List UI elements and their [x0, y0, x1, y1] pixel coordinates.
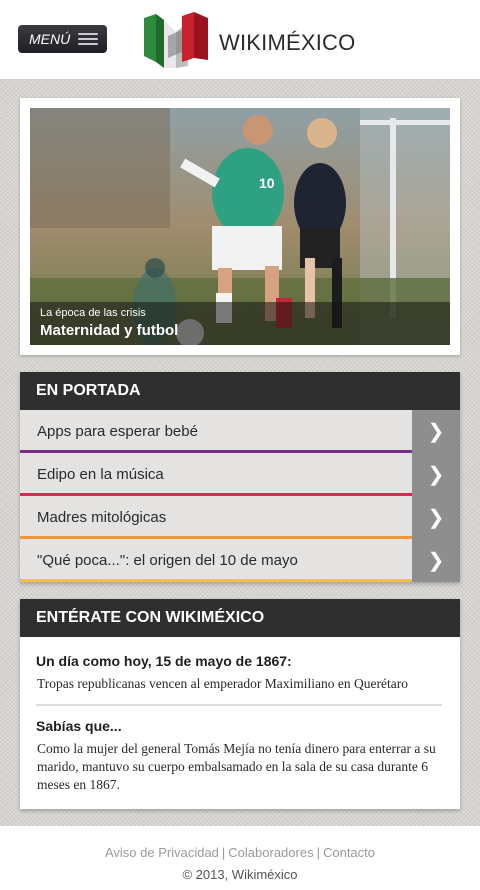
- today-text: Tropas republicanas vencen al emperador …: [37, 676, 408, 691]
- portada-item-label[interactable]: "Qué poca...": el origen del 10 de mayo: [20, 552, 412, 569]
- portada-item-label[interactable]: Madres mitológicas: [20, 509, 412, 526]
- footer-links: Aviso de Privacidad | Colaboradores | Contac…: [104, 845, 376, 860]
- enterate-heading: ENTÉRATE CON WIKIMÉXICO: [20, 599, 460, 637]
- chevron-right-icon[interactable]: ❯: [412, 539, 460, 582]
- site-footer: Aviso de Privacidad | Colaboradores | Contac…: [0, 826, 480, 890]
- privacy-link[interactable]: Aviso de Privacidad: [105, 845, 219, 860]
- chevron-right-icon[interactable]: ❯: [412, 496, 460, 539]
- portada-item[interactable]: "Qué poca...": el origen del 10 de mayo …: [20, 539, 460, 582]
- portada-section: EN PORTADA Apps para esperar bebé ❯ Edip…: [20, 372, 460, 582]
- portada-item[interactable]: Apps para esperar bebé ❯: [20, 410, 460, 453]
- logo-icon[interactable]: [142, 12, 212, 70]
- portada-item-label[interactable]: Apps para esperar bebé: [20, 423, 412, 440]
- site-header: MENÚ WIKIMÉXICO: [0, 0, 480, 80]
- chevron-right-icon[interactable]: ❯: [412, 453, 460, 496]
- chevron-right-icon[interactable]: ❯: [412, 410, 460, 453]
- today-title: Un día como hoy, 15 de mayo de 1867:: [36, 653, 292, 669]
- portada-item-label[interactable]: Edipo en la música: [20, 466, 412, 483]
- enterate-section: ENTÉRATE CON WIKIMÉXICO Un día como hoy,…: [20, 599, 460, 809]
- copyright: © 2013, Wikiméxico: [182, 867, 298, 882]
- menu-button[interactable]: MENÚ: [18, 25, 107, 53]
- featured-title[interactable]: Maternidad y futbol: [40, 322, 178, 339]
- logo-text[interactable]: WIKIMÉXICO: [219, 30, 355, 56]
- menu-icon: [78, 33, 98, 45]
- enterate-body: Un día como hoy, 15 de mayo de 1867: Tro…: [20, 637, 460, 809]
- portada-heading: EN PORTADA: [20, 372, 460, 410]
- divider: [36, 704, 442, 706]
- featured-image[interactable]: 10 La época de las crisis Maternidad y f…: [30, 108, 450, 345]
- accent-bar: [20, 579, 412, 582]
- menu-label: MENÚ: [29, 31, 71, 47]
- contact-link[interactable]: Contacto: [323, 845, 375, 860]
- portada-item[interactable]: Edipo en la música ❯: [20, 453, 460, 496]
- portada-item[interactable]: Madres mitológicas ❯: [20, 496, 460, 539]
- know-title: Sabías que...: [36, 718, 122, 734]
- featured-card[interactable]: 10 La época de las crisis Maternidad y f…: [20, 98, 460, 355]
- featured-caption: La época de las crisis Maternidad y futb…: [30, 302, 450, 345]
- jersey-number: 10: [259, 175, 275, 191]
- collaborators-link[interactable]: Colaboradores: [228, 845, 313, 860]
- featured-kicker: La época de las crisis: [40, 307, 146, 319]
- know-text: Como la mujer del general Tomás Mejía no…: [37, 741, 436, 792]
